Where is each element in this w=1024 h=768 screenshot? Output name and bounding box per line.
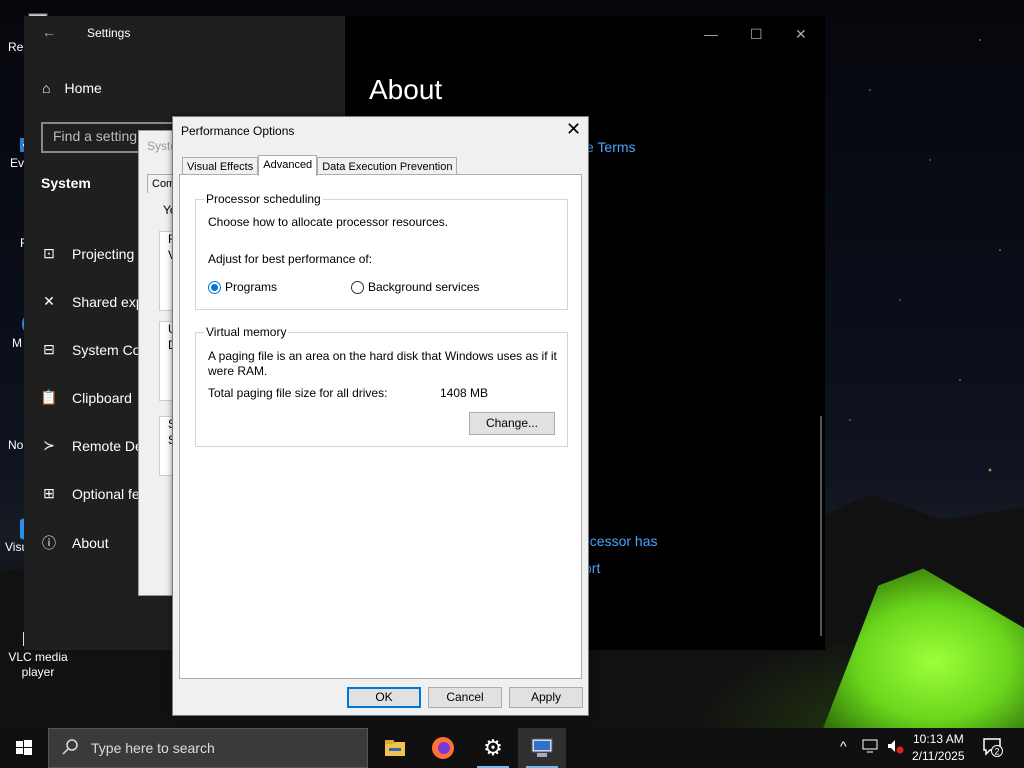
settings-icon: ⚙: [483, 735, 503, 760]
taskbar-search-input[interactable]: Type here to search: [48, 728, 368, 768]
clock-date[interactable]: 2/11/2025: [912, 749, 965, 763]
close-icon[interactable]: ✕: [795, 26, 807, 43]
projector-icon: ⊡: [43, 245, 55, 261]
remote-icon: ≻: [43, 437, 55, 453]
maximize-icon[interactable]: ☐: [750, 26, 763, 43]
settings-titlebar: ← Settings: [24, 16, 345, 50]
network-icon[interactable]: [862, 738, 880, 757]
terms-link[interactable]: e Terms: [586, 139, 636, 155]
virtual-memory-group: Virtual memory A paging file is an area …: [195, 325, 568, 447]
components-icon: ⊟: [43, 341, 55, 357]
shared-icon: ✕: [43, 293, 55, 309]
radio-background-services[interactable]: Background services: [351, 280, 479, 294]
home-icon: ⌂: [42, 80, 51, 96]
tab-advanced[interactable]: Advanced: [258, 155, 318, 176]
info-icon: ⓘ: [42, 535, 56, 551]
paging-file-size: 1408 MB: [440, 386, 489, 400]
back-arrow-icon[interactable]: ←: [42, 24, 56, 40]
action-center-icon[interactable]: 2: [982, 737, 1004, 760]
processor-link[interactable]: ocessor has: [582, 533, 657, 549]
performance-options-dialog: Performance Options ✕ Visual Effects Adv…: [172, 116, 589, 716]
change-button[interactable]: Change...: [469, 412, 555, 435]
windows-logo-icon: [16, 740, 32, 755]
show-hidden-icons-chevron-icon[interactable]: ^: [840, 738, 847, 754]
start-button[interactable]: [0, 728, 48, 768]
radio-programs[interactable]: Programs: [208, 280, 277, 294]
taskbar-firefox[interactable]: [419, 728, 467, 768]
minimize-icon[interactable]: —: [704, 26, 718, 42]
system-properties-icon: [531, 738, 553, 757]
taskbar-system-properties[interactable]: [518, 728, 566, 768]
search-icon: [61, 738, 79, 759]
dialog-close-icon[interactable]: ✕: [566, 120, 581, 138]
cancel-button[interactable]: Cancel: [428, 687, 502, 708]
ok-button[interactable]: OK: [347, 687, 421, 708]
processor-scheduling-group: Processor scheduling Choose how to alloc…: [195, 192, 568, 310]
nav-home[interactable]: ⌂ Home: [42, 80, 102, 96]
tab-panel-advanced: Processor scheduling Choose how to alloc…: [179, 174, 582, 679]
radio-programs-indicator: [208, 280, 221, 294]
radio-background-services-indicator: [351, 280, 364, 294]
volume-muted-icon[interactable]: [886, 738, 904, 757]
clipboard-icon: 📋: [40, 389, 58, 405]
optional-features-icon: ⊞: [43, 485, 55, 501]
page-title: About: [369, 74, 443, 105]
taskbar: Type here to search ⚙ ^ 10:13 AM 2/11/20…: [0, 728, 1024, 768]
dialog-title: Performance Options: [181, 124, 295, 138]
clock-time[interactable]: 10:13 AM: [913, 732, 964, 746]
taskbar-settings[interactable]: ⚙: [469, 728, 517, 768]
firefox-icon: [432, 737, 454, 759]
settings-scrollbar[interactable]: [820, 416, 822, 636]
settings-title: Settings: [87, 26, 131, 40]
apply-button[interactable]: Apply: [509, 687, 583, 708]
section-label-system: System: [41, 175, 91, 191]
notification-count: 2: [994, 747, 999, 757]
dialog-tabs: Visual Effects Advanced Data Execution P…: [182, 155, 458, 176]
file-explorer-icon: [385, 740, 405, 756]
taskbar-file-explorer[interactable]: [371, 728, 419, 768]
